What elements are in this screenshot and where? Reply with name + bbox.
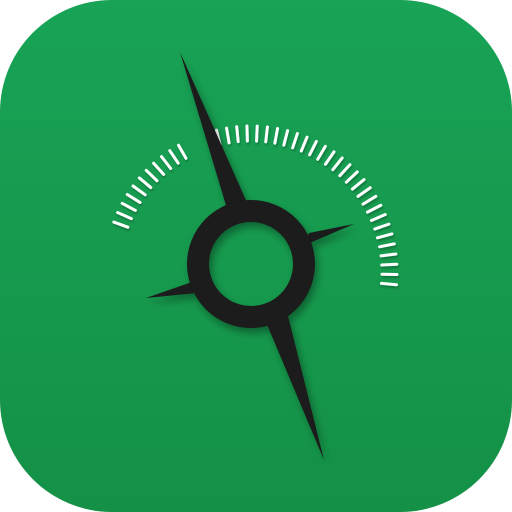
dial-tick	[264, 125, 269, 144]
compass-icon	[0, 0, 512, 512]
dial-tick	[380, 262, 399, 267]
icon-background	[0, 0, 512, 512]
dial-tick	[235, 125, 240, 144]
compass-app-icon[interactable]	[0, 0, 512, 512]
dial-tick	[379, 252, 398, 258]
dial-tick	[255, 124, 259, 143]
dial-tick	[380, 281, 398, 287]
